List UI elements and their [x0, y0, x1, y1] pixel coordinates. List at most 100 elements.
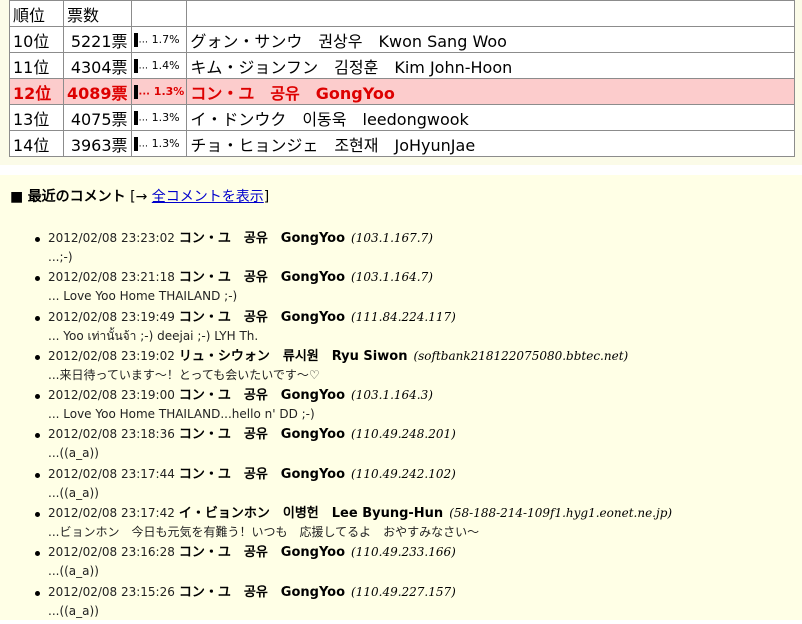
name-en: JoHyunJae [394, 135, 476, 155]
ranking-row: 14位 3963票... 1.3% チョ・ヒョンジェ 조현재 JoHyunJae [9, 130, 795, 157]
comment-text: ... Yoo เท่านั้นจ้า ;-) deejai ;-) LYH T… [48, 328, 259, 343]
vote-bar-cell: ... 1.4% [130, 52, 188, 79]
comment-host: (111.84.224.117) [351, 309, 456, 324]
comment-timestamp: 2012/02/08 23:19:00 [48, 388, 175, 403]
show-all-comments-link[interactable]: 全コメントを表示 [152, 189, 264, 205]
comment-item: 2012/02/08 23:19:02 リュ・シウォン 류시원 Ryu Siwon… [0, 349, 802, 388]
votes-cell: 4304票 [63, 52, 132, 79]
vote-bar [133, 84, 138, 99]
comment-host: (softbank218122075080.bbtec.net) [413, 348, 629, 363]
vote-bar-cell: ... 1.7% [130, 26, 188, 53]
vote-percent: 1.3% [153, 84, 185, 98]
comment-item: 2012/02/08 23:23:02 コン・ユ 공유 GongYoo (103.1… [0, 231, 802, 270]
name-jp: チョ・ヒョンジェ [190, 135, 319, 155]
vote-percent: 1.4% [151, 58, 180, 72]
bullet-icon [35, 276, 40, 282]
votes-cell: 4075票 [63, 104, 132, 131]
comment-timestamp: 2012/02/08 23:21:18 [48, 270, 175, 285]
rank-cell: 10位 [9, 26, 64, 53]
comment-text: ...来日待っています～！とっても会いたいです～♡ [48, 367, 320, 382]
name-jp: グォン・サンウ [190, 31, 303, 51]
name-kr: 조현재 [334, 135, 379, 155]
comment-host: (58-188-214-109f1.hyg1.eonet.ne.jp) [449, 506, 673, 521]
ranking-row: 13位 4075票... 1.3% イ・ドンウク 이동욱 leedongwook [9, 104, 795, 131]
bullet-icon [35, 315, 40, 321]
comment-meta: 2012/02/08 23:19:00 コン・ユ 공유 GongYoo (103.1… [48, 388, 433, 403]
name-kr: 공유 [270, 83, 300, 103]
vote-bar-dots: ... [138, 138, 149, 149]
rank-cell: 14位 [9, 130, 64, 157]
comment-item: 2012/02/08 23:21:18 コン・ユ 공유 GongYoo (103.1… [0, 270, 802, 309]
vote-bar-cell: ... 1.3% [130, 78, 188, 105]
name-jp: キム・ジョンフン [190, 57, 319, 77]
vote-bar-cell: ... 1.3% [130, 104, 188, 131]
vote-bar-dots: ... [138, 34, 149, 45]
comment-host: (110.49.248.201) [351, 427, 456, 442]
comment-host: (110.49.242.102) [351, 466, 456, 481]
vote-percent: 1.7% [151, 32, 180, 46]
name-en: leedongwook [362, 109, 469, 129]
comment-author: コン・ユ 공유 GongYoo [178, 231, 346, 246]
comment-meta: 2012/02/08 23:18:36 コン・ユ 공유 GongYoo (110.4… [48, 427, 456, 442]
bracket-open: [→ [130, 189, 152, 205]
bullet-icon [35, 354, 40, 360]
comment-author: イ・ビョンホン 이병헌 Lee Byung-Hun [178, 506, 444, 522]
name-jp: イ・ドンウク [190, 109, 287, 129]
comment-meta: 2012/02/08 23:21:18 コン・ユ 공유 GongYoo (103.1… [48, 270, 433, 285]
votes-cell: 5221票 [63, 26, 132, 53]
ranking-row: 10位 5221票... 1.7% グォン・サンウ 권상우 Kwon Sang Woo [9, 26, 795, 53]
comment-item: 2012/02/08 23:17:42 イ・ビョンホン 이병헌 Lee Byung… [0, 506, 802, 545]
rank-cell: 12位 [9, 78, 64, 105]
comment-item: 2012/02/08 23:17:44 コン・ユ 공유 GongYoo (110.4… [0, 467, 802, 506]
comment-host: (103.1.164.3) [351, 388, 433, 403]
votes-cell: 4089票 [63, 78, 132, 105]
comment-host: (110.49.227.157) [351, 584, 456, 599]
comment-timestamp: 2012/02/08 23:17:44 [48, 466, 175, 481]
name-cell: キム・ジョンフン 김정훈 Kim John-Hoon [186, 52, 795, 79]
name-kr: 이동욱 [302, 109, 347, 129]
header-votes: 票数 [63, 0, 132, 27]
ranking-table: 順位 票数 10位 5221票... 1.7% グォン・サンウ 권상우 Kwon San… [9, 0, 795, 157]
vote-percent: 1.3% [151, 110, 180, 124]
comment-author: コン・ユ 공유 GongYoo [178, 427, 346, 443]
votes-cell: 3963票 [63, 130, 132, 157]
comment-meta: 2012/02/08 23:19:49 コン・ユ 공유 GongYoo (111.8… [48, 310, 456, 325]
vote-bar-dots: ... [138, 60, 149, 71]
comment-text: ...((a_a)) [48, 603, 99, 618]
comment-author: コン・ユ 공유 GongYoo [178, 309, 346, 325]
comments-title: 最近のコメント [27, 189, 126, 205]
name-en: Kim John-Hoon [394, 57, 513, 77]
comment-item: 2012/02/08 23:15:26 コン・ユ 공유 GongYoo (110.4… [0, 585, 802, 624]
comment-item: 2012/02/08 23:16:28 コン・ユ 공유 GongYoo (110.4… [0, 545, 802, 584]
bracket-close: ] [263, 189, 270, 205]
header-rank: 順位 [9, 0, 64, 27]
vote-bar [133, 110, 138, 125]
comment-text: ... Love Yoo Home THAILAND ;-) [48, 289, 238, 304]
comment-author: コン・ユ 공유 GongYoo [178, 270, 346, 286]
comment-timestamp: 2012/02/08 23:17:42 [48, 506, 175, 521]
comment-timestamp: 2012/02/08 23:15:26 [48, 584, 175, 599]
vote-bar-cell: ... 1.3% [130, 130, 188, 157]
bullet-icon [35, 472, 40, 478]
vote-percent: 1.3% [151, 136, 180, 150]
comment-text: ...((a_a)) [48, 564, 99, 579]
square-icon: ■ [10, 189, 24, 205]
rank-cell: 11位 [9, 52, 64, 79]
comment-author: リュ・シウォン 류시원 Ryu Siwon [178, 348, 408, 364]
header-name [186, 0, 795, 27]
comment-host: (103.1.167.7) [351, 231, 433, 245]
name-kr: 권상우 [318, 31, 363, 51]
comment-meta: 2012/02/08 23:16:28 コン・ユ 공유 GongYoo (110.4… [48, 545, 456, 560]
bullet-icon [35, 512, 40, 518]
ranking-panel: 順位 票数 10位 5221票... 1.7% グォン・サンウ 권상우 Kwon San… [0, 0, 802, 165]
vote-bar [133, 32, 138, 47]
comment-meta: 2012/02/08 23:15:26 コン・ユ 공유 GongYoo (110.4… [48, 585, 456, 600]
comment-meta: 2012/02/08 23:17:44 コン・ユ 공유 GongYoo (110.4… [48, 467, 456, 482]
comment-meta: 2012/02/08 23:17:42 イ・ビョンホン 이병헌 Lee Byung… [48, 506, 672, 521]
bullet-icon [35, 551, 40, 557]
name-cell: チョ・ヒョンジェ 조현재 JoHyunJae [186, 130, 795, 157]
name-cell: コン・ユ 공유 GongYoo [186, 78, 795, 105]
comment-text: ...;-) [48, 250, 73, 264]
comment-meta: 2012/02/08 23:19:02 リュ・シウォン 류시원 Ryu Siwon… [48, 349, 628, 364]
vote-bar-dots: ... [138, 112, 149, 123]
